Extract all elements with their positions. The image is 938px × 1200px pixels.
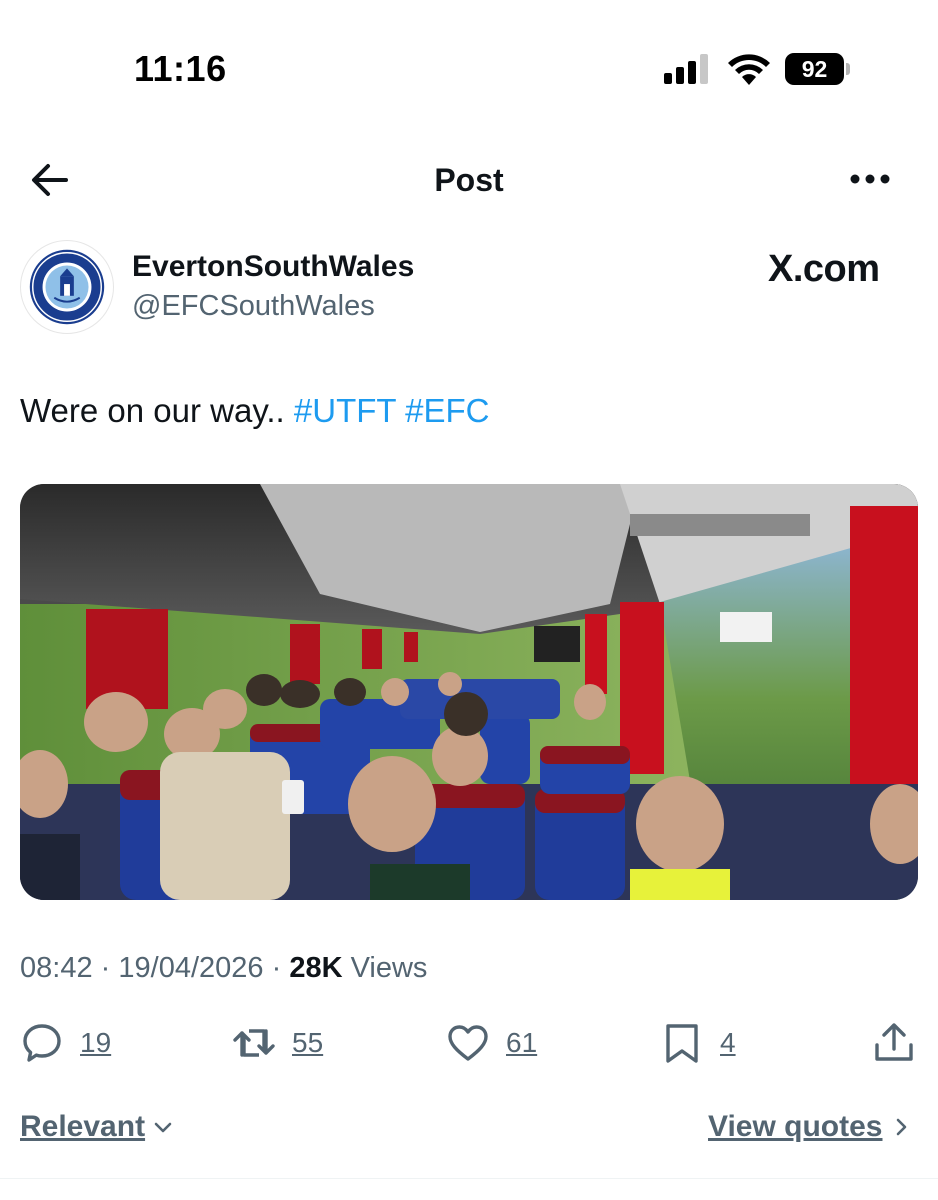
view-quotes-link[interactable]: View quotes [708, 1110, 913, 1144]
sort-label: Relevant [20, 1110, 146, 1143]
page-title: Post [434, 162, 504, 198]
like-button[interactable]: 61 [446, 1020, 537, 1066]
coach-interior-image [20, 484, 918, 900]
hashtag-efc[interactable]: #EFC [405, 392, 489, 429]
tweet-text: Were on our way.. #UTFT #EFC [20, 392, 490, 430]
status-time: 11:16 [134, 48, 227, 89]
hashtag-utft[interactable]: #UTFT [294, 392, 396, 429]
avatar[interactable] [20, 240, 114, 334]
battery-indicator: 92 [785, 53, 851, 85]
meta-separator: · [271, 952, 282, 984]
share-icon [875, 1023, 913, 1061]
repost-icon [233, 1029, 275, 1057]
share-button[interactable] [872, 1020, 916, 1066]
post-meta: 08:42 · 19/04/2026 · 28K Views [20, 952, 427, 985]
author-display-name[interactable]: EvertonSouthWales [132, 250, 414, 284]
more-horizontal-icon [850, 174, 890, 184]
battery-nub [846, 63, 850, 75]
post-header: Post [0, 140, 938, 220]
reply-count[interactable]: 19 [80, 1027, 111, 1059]
cellular-signal-icon [664, 54, 708, 84]
views-count: 28K [289, 952, 343, 984]
reply-icon [23, 1024, 61, 1062]
repost-count[interactable]: 55 [292, 1027, 323, 1059]
bookmark-count[interactable]: 4 [720, 1027, 736, 1059]
post-date[interactable]: 19/04/2026 [118, 952, 263, 984]
chevron-down-icon [154, 1122, 172, 1133]
wifi-icon [728, 54, 770, 85]
tweet-photo[interactable] [20, 484, 918, 900]
heart-icon [448, 1025, 488, 1061]
repost-button[interactable]: 55 [232, 1020, 323, 1066]
xcom-watermark: X.com [768, 248, 880, 290]
battery-level: 92 [785, 53, 844, 85]
post-time[interactable]: 08:42 [20, 952, 93, 984]
sort-replies-dropdown[interactable]: Relevant [20, 1110, 175, 1144]
view-quotes-label: View quotes [708, 1110, 883, 1143]
meta-separator: · [100, 952, 111, 984]
like-count[interactable]: 61 [506, 1027, 537, 1059]
status-bar: 11:16 92 [0, 0, 938, 130]
more-options-button[interactable] [846, 164, 896, 194]
reply-button[interactable]: 19 [20, 1020, 111, 1066]
views-label: Views [350, 952, 428, 984]
divider [0, 1178, 938, 1179]
bookmark-icon [666, 1024, 698, 1063]
bookmark-button[interactable]: 4 [660, 1020, 736, 1066]
author-handle[interactable]: @EFCSouthWales [132, 290, 375, 323]
tweet-body: Were on our way.. [20, 392, 285, 429]
club-crest-icon [29, 249, 105, 325]
chevron-right-icon [896, 1118, 906, 1136]
